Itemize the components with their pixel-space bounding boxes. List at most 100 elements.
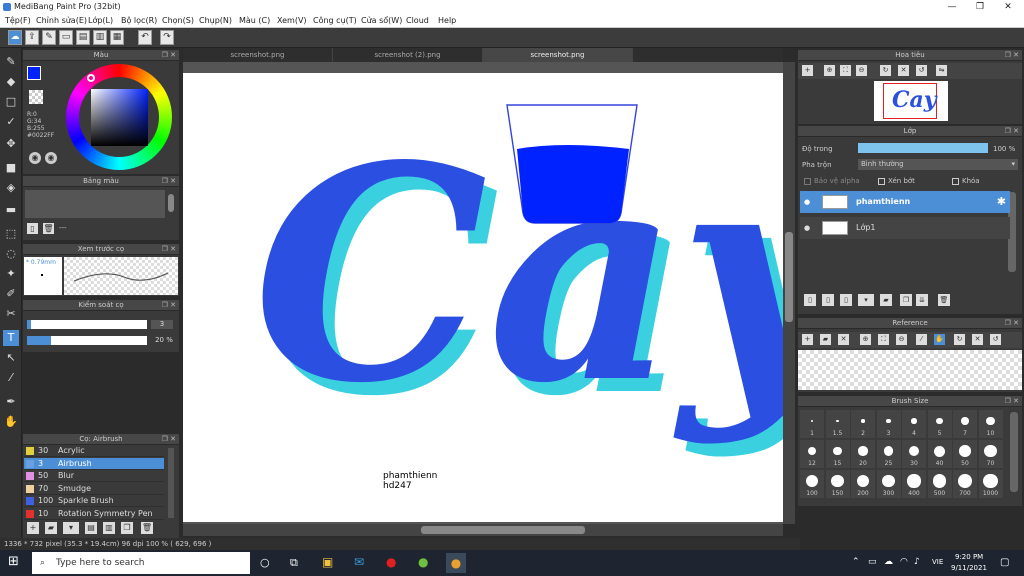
zoom-in-2-icon[interactable]: ⊕	[824, 65, 835, 76]
store-icon[interactable]: ▣	[322, 555, 333, 569]
reference-eyedropper-icon[interactable]: ⁄	[916, 334, 927, 345]
palette-icon[interactable]: ◉	[29, 152, 41, 164]
message-icon[interactable]: ▭	[59, 30, 73, 45]
foreground-color-swatch[interactable]	[27, 66, 41, 80]
brush-list-item[interactable]: 30 Acrylic	[24, 445, 164, 457]
windows-start-icon[interactable]: ⊞	[8, 555, 22, 569]
brush-list-item[interactable]: 50 Blur	[24, 470, 164, 482]
menu-snap[interactable]: Chụp(N)	[199, 14, 232, 28]
upload-icon[interactable]: ⇪	[25, 30, 39, 45]
layer-menu-icon[interactable]: ▾	[858, 294, 874, 306]
layer-folder-icon[interactable]: ▰	[880, 294, 892, 306]
layer-row[interactable]: ● Lớp1	[800, 217, 1010, 239]
text-tool-icon[interactable]: T	[3, 330, 19, 346]
zoom-out-icon[interactable]: ⊖	[856, 65, 867, 76]
select-pen-tool-icon[interactable]: ✐	[3, 286, 19, 302]
menu-select[interactable]: Chọn(S)	[162, 14, 194, 28]
horizontal-scroll-thumb[interactable]	[421, 526, 585, 534]
zoom-in-icon[interactable]: +	[802, 65, 813, 76]
delete-palette-icon[interactable]: 🗑	[43, 223, 54, 234]
brush-size-cell[interactable]: 500	[927, 470, 952, 498]
minimize-button[interactable]: —	[938, 0, 966, 14]
new-palette-icon[interactable]: ▯	[27, 223, 38, 234]
operation-tool-icon[interactable]: ↖	[3, 350, 19, 366]
mail-icon[interactable]: ✉	[354, 555, 364, 569]
move-tool-icon[interactable]: ✥	[3, 136, 19, 152]
brush-size-cell[interactable]: 300	[876, 470, 901, 498]
undo-icon[interactable]: ↶	[138, 30, 152, 45]
document-icon[interactable]: ▥	[93, 30, 107, 45]
reference-rotate-reset-icon[interactable]: ↺	[990, 334, 1001, 345]
layer-opacity-slider[interactable]	[858, 143, 988, 153]
menu-color[interactable]: Màu (C)	[239, 14, 270, 28]
brush-size-cell[interactable]: 150	[825, 470, 850, 498]
delete-brush-icon[interactable]: 🗑	[141, 522, 153, 534]
brush-menu-icon[interactable]: ▾	[63, 522, 79, 534]
flip-icon[interactable]: ⇋	[936, 65, 947, 76]
hand-tool-icon[interactable]: ✋	[3, 414, 19, 430]
magic-wand-tool-icon[interactable]: ✦	[3, 266, 19, 282]
bucket-tool-icon[interactable]: ◈	[3, 180, 19, 196]
tray-language[interactable]: VIE	[932, 558, 943, 566]
brush-size-cell[interactable]: 5	[927, 410, 952, 438]
blend-mode-select[interactable]: Bình thường ▾	[858, 159, 1018, 170]
opera-icon[interactable]: ●	[386, 555, 396, 569]
tab-screenshot-1[interactable]: screenshot.png	[183, 48, 333, 62]
brush-size-cell[interactable]: 1	[800, 410, 824, 438]
redo-icon[interactable]: ↷	[160, 30, 174, 45]
lasso-tool-icon[interactable]: ◌	[3, 246, 19, 262]
reference-add-icon[interactable]: +	[802, 334, 813, 345]
alpha-protect-checkbox[interactable]	[804, 178, 811, 185]
check-tool-icon[interactable]: ✓	[3, 114, 19, 130]
canvas-vertical-scrollbar[interactable]	[783, 62, 795, 524]
saturation-square[interactable]	[91, 89, 148, 146]
new-layer-icon[interactable]: ▯	[804, 294, 816, 306]
tab-screenshot-2[interactable]: screenshot (2).png	[333, 48, 483, 62]
add-brush-icon[interactable]: +	[27, 522, 39, 534]
tray-time[interactable]: 9:20 PM	[955, 553, 983, 561]
brush-size-cell[interactable]: 30	[902, 440, 926, 468]
rotate-icon[interactable]: ↻	[880, 65, 891, 76]
navigator-thumbnail[interactable]: Cay	[874, 81, 948, 121]
brush-size-cell[interactable]: 40	[927, 440, 952, 468]
brush-size-cell[interactable]: 15	[825, 440, 850, 468]
brush-opacity-slider[interactable]	[27, 336, 147, 345]
task-view-icon[interactable]: ⧉	[290, 556, 298, 570]
reference-zoom-out-icon[interactable]: ⊖	[896, 334, 907, 345]
app-icon-green[interactable]: ●	[418, 555, 428, 569]
cortana-icon[interactable]: ○	[260, 556, 270, 569]
layer-visibility-icon[interactable]: ●	[804, 191, 810, 213]
grid-icon[interactable]: ▦	[110, 30, 124, 45]
canvas-horizontal-scrollbar[interactable]	[183, 524, 783, 536]
page-icon[interactable]: ▤	[76, 30, 90, 45]
menu-layer[interactable]: Lớp(L)	[88, 14, 113, 28]
brush-size-cell[interactable]: 25	[876, 440, 901, 468]
menu-cloud[interactable]: Cloud	[406, 14, 429, 28]
brush-size-cell[interactable]: 10	[978, 410, 1003, 438]
reference-close-icon[interactable]: ✕	[838, 334, 849, 345]
taskbar-search[interactable]: ⌕ Type here to search	[32, 552, 250, 574]
brush-copy-icon[interactable]: ▥	[103, 522, 115, 534]
new-layer-2-icon[interactable]: ▯	[822, 294, 834, 306]
cloud-icon[interactable]: ☁	[8, 30, 22, 45]
pen-tool-icon[interactable]: ✒	[3, 394, 19, 410]
duplicate-layer-icon[interactable]: ❐	[900, 294, 912, 306]
brush-list-scrollbar[interactable]	[168, 448, 174, 518]
select-rect-tool-icon[interactable]: ⬚	[3, 226, 19, 242]
layer-row[interactable]: ● phamthienn ✱	[800, 191, 1010, 213]
reference-view[interactable]	[798, 350, 1022, 390]
menu-window[interactable]: Cửa sổ(W)	[361, 14, 402, 28]
layer-visibility-icon[interactable]: ●	[804, 217, 810, 239]
medibang-taskbar-icon[interactable]: ●	[446, 553, 466, 573]
rotate-reset-icon[interactable]: ↺	[916, 65, 927, 76]
reference-rotate-icon[interactable]: ↻	[954, 334, 965, 345]
brush-size-cell[interactable]: 4	[902, 410, 926, 438]
brush-duplicate-icon[interactable]: ❐	[121, 522, 133, 534]
brush-size-cell[interactable]: 70	[978, 440, 1003, 468]
tray-arrow-icon[interactable]: ⌃	[852, 557, 860, 567]
brush-size-cell[interactable]: 100	[800, 470, 824, 498]
brush-size-cell[interactable]: 700	[953, 470, 977, 498]
close-button[interactable]: ✕	[994, 0, 1022, 14]
fit-icon[interactable]: ⛶	[840, 65, 851, 76]
lock-checkbox[interactable]	[952, 178, 959, 185]
